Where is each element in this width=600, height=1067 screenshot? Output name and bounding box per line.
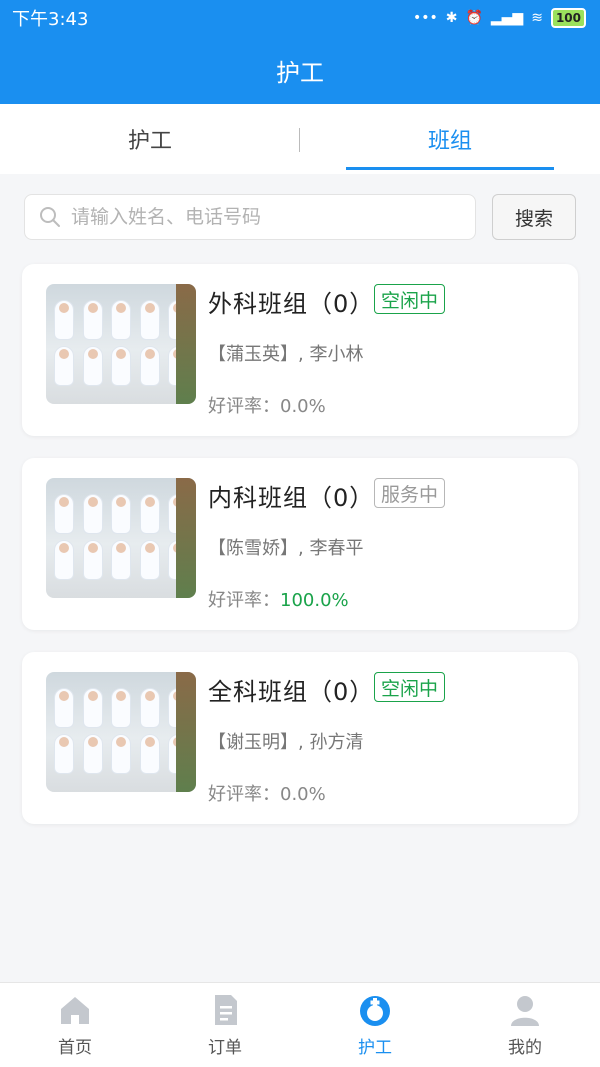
status-badge: 空闲中 xyxy=(374,284,446,314)
search-button[interactable]: 搜索 xyxy=(492,194,576,240)
rating-label: 好评率： xyxy=(208,784,280,805)
nav-label: 护工 xyxy=(358,1037,392,1058)
signal-icon: ▂▄▆ xyxy=(490,10,524,26)
team-photo xyxy=(46,284,196,404)
nav-label: 我的 xyxy=(508,1037,542,1058)
document-icon xyxy=(215,994,237,1025)
rating-value: 0.0% xyxy=(280,784,326,805)
rating-value: 0.0% xyxy=(280,396,326,417)
nav-profile[interactable]: 我的 xyxy=(450,983,600,1067)
rating-label: 好评率： xyxy=(208,396,280,417)
team-name: 全科班组（0） xyxy=(208,678,375,706)
bluetooth-icon: ✱ xyxy=(445,10,458,26)
status-time: 下午3:43 xyxy=(12,9,89,30)
title-bar: 护工 xyxy=(0,36,600,104)
search-icon xyxy=(40,207,60,227)
tab-team[interactable]: 班组 xyxy=(300,104,600,174)
team-photo xyxy=(46,672,196,792)
search-row: 搜索 xyxy=(24,194,576,240)
team-card[interactable]: 外科班组（0） 空闲中 【蒲玉英】, 李小林 好评率：0.0% xyxy=(22,264,578,436)
nurse-icon xyxy=(360,995,390,1026)
alarm-icon: ⏰ xyxy=(465,10,483,26)
wifi-icon: ≋ xyxy=(531,10,543,26)
page-title: 护工 xyxy=(276,58,324,87)
search-input[interactable] xyxy=(71,206,431,228)
team-members: 【谢玉明】, 孙方清 xyxy=(208,732,364,753)
status-bar: 下午3:43 ••• ✱ ⏰ ▂▄▆ ≋ 100 xyxy=(0,0,600,36)
team-card[interactable]: 内科班组（0） 服务中 【陈雪娇】, 李春平 好评率：100.0% xyxy=(22,458,578,630)
team-photo xyxy=(46,478,196,598)
rating-label: 好评率： xyxy=(208,590,280,611)
search-box[interactable] xyxy=(24,194,476,240)
nav-label: 订单 xyxy=(208,1037,242,1058)
team-members: 【陈雪娇】, 李春平 xyxy=(208,538,364,559)
tab-bar: 护工 班组 xyxy=(0,104,600,174)
team-card[interactable]: 全科班组（0） 空闲中 【谢玉明】, 孙方清 好评率：0.0% xyxy=(22,652,578,824)
nav-orders[interactable]: 订单 xyxy=(150,983,300,1067)
status-badge: 空闲中 xyxy=(374,672,446,702)
team-name: 内科班组（0） xyxy=(208,484,375,512)
status-badge: 服务中 xyxy=(374,478,446,508)
team-rating: 好评率：0.0% xyxy=(208,392,326,418)
bottom-nav: 首页 订单 护工 我的 xyxy=(0,982,600,1067)
status-icons: ••• ✱ ⏰ ▂▄▆ ≋ 100 xyxy=(413,8,586,28)
more-dots-icon: ••• xyxy=(412,10,438,26)
team-members: 【蒲玉英】, 李小林 xyxy=(208,344,364,365)
tab-nurse[interactable]: 护工 xyxy=(0,104,300,174)
home-icon xyxy=(61,996,89,1024)
user-icon xyxy=(511,995,539,1026)
nav-nurse[interactable]: 护工 xyxy=(300,983,450,1067)
team-name: 外科班组（0） xyxy=(208,290,375,318)
nav-label: 首页 xyxy=(58,1037,92,1058)
tab-label: 班组 xyxy=(427,129,472,154)
tab-divider xyxy=(299,128,300,152)
team-rating: 好评率：0.0% xyxy=(208,780,326,806)
tab-label: 护工 xyxy=(127,129,172,154)
nav-home[interactable]: 首页 xyxy=(0,983,150,1067)
battery-icon: 100 xyxy=(550,8,586,28)
team-rating: 好评率：100.0% xyxy=(208,586,349,612)
rating-value: 100.0% xyxy=(280,590,349,611)
